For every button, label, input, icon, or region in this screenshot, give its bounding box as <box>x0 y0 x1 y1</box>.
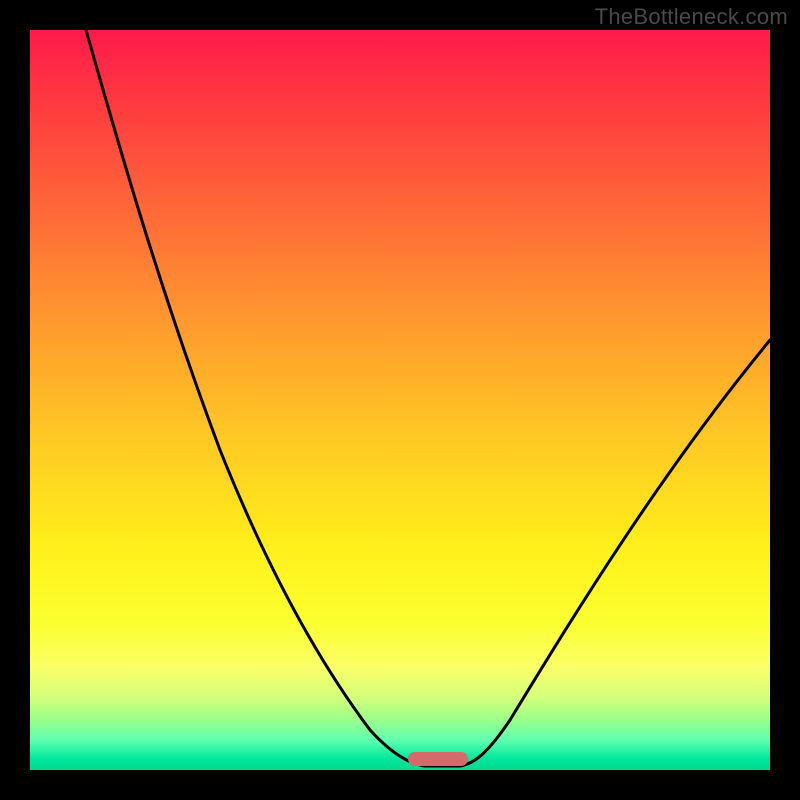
plot-area <box>30 30 770 770</box>
bottleneck-curve-path <box>86 30 770 766</box>
bottleneck-curve <box>30 30 770 770</box>
chart-frame: TheBottleneck.com <box>0 0 800 800</box>
optimal-range-marker <box>408 752 468 766</box>
watermark-text: TheBottleneck.com <box>595 4 788 30</box>
